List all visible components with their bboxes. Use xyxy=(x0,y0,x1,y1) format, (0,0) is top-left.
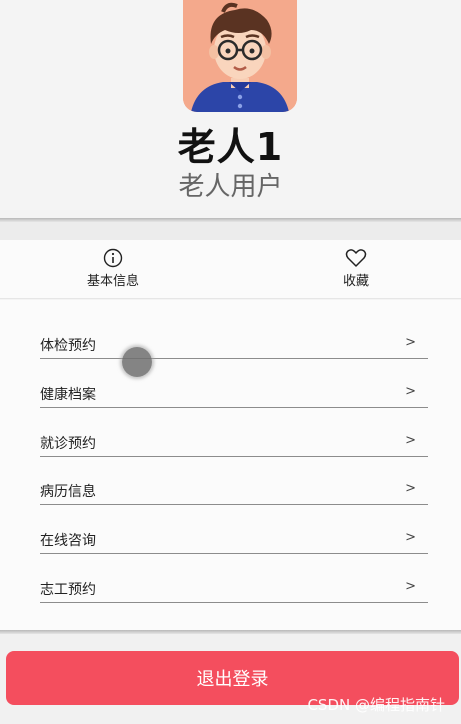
quick-links-bar: 基本信息 收藏 xyxy=(0,240,461,299)
menu-item-health-records[interactable]: 健康档案 > xyxy=(40,359,428,408)
menu-item-label: 就诊预约 xyxy=(40,436,96,452)
quick-link-label: 收藏 xyxy=(342,274,369,289)
quick-link-label: 基本信息 xyxy=(86,274,139,289)
heart-icon xyxy=(345,249,367,267)
info-circle-icon xyxy=(103,248,123,268)
chevron-right-icon: > xyxy=(405,579,416,594)
chevron-right-icon: > xyxy=(405,335,416,350)
menu-item-medical-history[interactable]: 病历信息 > xyxy=(40,456,428,505)
menu-item-online-consult[interactable]: 在线咨询 > xyxy=(40,505,428,554)
menu-item-label: 体检预约 xyxy=(40,338,96,354)
menu-item-volunteer-booking[interactable]: 志工预约 > xyxy=(40,554,428,603)
avatar-illustration xyxy=(183,0,297,112)
menu-item-checkup-booking[interactable]: 体检预约 > xyxy=(40,310,428,359)
menu-item-label: 在线咨询 xyxy=(40,533,96,549)
menu-item-label: 健康档案 xyxy=(40,387,96,403)
quick-link-favorites[interactable]: 收藏 xyxy=(306,248,406,289)
user-name: 老人1 xyxy=(177,125,284,169)
chevron-right-icon: > xyxy=(405,481,416,496)
watermark-text: CSDN @编程指南针 xyxy=(307,696,445,714)
touch-indicator xyxy=(122,347,152,377)
menu-item-clinic-booking[interactable]: 就诊预约 > xyxy=(40,408,428,457)
menu-list: 体检预约 > 健康档案 > 就诊预约 > 病历信息 > 在线咨询 > 志工预约 … xyxy=(0,300,461,630)
avatar[interactable] xyxy=(183,0,297,112)
section-gap xyxy=(0,222,461,240)
chevron-right-icon: > xyxy=(405,530,416,545)
chevron-right-icon: > xyxy=(405,384,416,399)
menu-item-label: 志工预约 xyxy=(40,582,96,598)
chevron-right-icon: > xyxy=(405,433,416,448)
profile-header: 老人1 老人用户 xyxy=(0,0,461,218)
menu-item-label: 病历信息 xyxy=(40,484,96,500)
user-role: 老人用户 xyxy=(178,172,283,202)
quick-link-basic-info[interactable]: 基本信息 xyxy=(63,248,163,289)
